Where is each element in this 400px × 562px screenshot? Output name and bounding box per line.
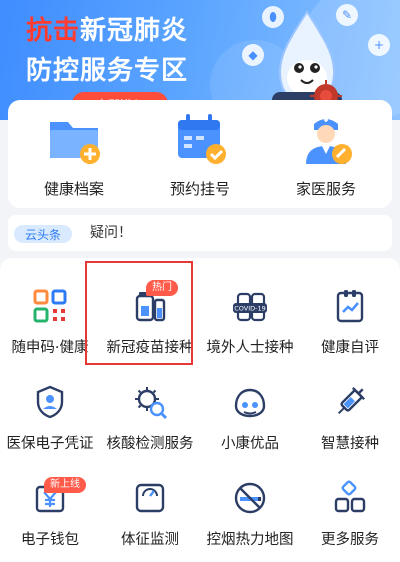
no-smoking-icon	[234, 482, 266, 514]
service-label: 健康自评	[321, 340, 379, 356]
banner-title-text: 新冠肺炎	[80, 16, 189, 46]
store-bag-icon	[234, 388, 266, 418]
medical-insurance-service[interactable]: 医保电子凭证	[0, 370, 100, 466]
news-ticker[interactable]: 云头条 疑问！	[8, 215, 392, 251]
quick-access-card: 健康档案 预约挂号 家医服务	[8, 100, 392, 208]
service-label: 医保电子凭证	[6, 436, 94, 452]
tobacco-map-service[interactable]: 控烟热力地图	[200, 466, 300, 562]
nucleic-test-service[interactable]: 核酸检测服务	[100, 370, 200, 466]
folder-plus-icon	[50, 122, 100, 164]
covid19-vaccine-icon: COVID-19	[233, 292, 267, 322]
more-services[interactable]: 更多服务	[300, 466, 400, 562]
more-grid-icon	[334, 480, 366, 513]
service-label: 控烟热力地图	[206, 532, 294, 548]
banner-title: 抗击新冠肺炎	[26, 10, 188, 47]
calendar-check-icon	[178, 114, 226, 164]
service-label: 电子钱包	[21, 532, 79, 548]
news-text[interactable]: 疑问！	[90, 222, 132, 242]
service-label: 小康优品	[221, 436, 279, 452]
svg-text:COVID-19: COVID-19	[234, 305, 266, 313]
family-doctor-label: 家医服务	[295, 180, 356, 198]
service-label: 更多服务	[321, 532, 379, 548]
service-label: 核酸检测服务	[106, 436, 194, 452]
cross-bubble-icon: +	[368, 34, 390, 56]
family-doctor-entry[interactable]: 家医服务	[266, 110, 386, 202]
foreigner-vaccine-service[interactable]: COVID-19 境外人士接种	[200, 274, 300, 370]
banner-title-highlight: 抗击	[26, 16, 81, 46]
health-record-label: 健康档案	[43, 180, 104, 198]
qr-code-icon	[33, 289, 67, 323]
service-grid: 随申码·健康 新冠疫苗接种 COVID-19 境外人士接种 健康自评 医保电子凭…	[0, 258, 400, 562]
self-assessment-icon	[336, 290, 364, 323]
scale-icon	[135, 483, 165, 513]
syringe-icon	[337, 387, 365, 415]
vital-signs-service[interactable]: 体征监测	[100, 466, 200, 562]
insurance-shield-icon	[36, 385, 64, 419]
news-tag: 云头条	[14, 225, 72, 243]
health-record-entry[interactable]: 健康档案	[14, 110, 134, 202]
new-badge: 新上线	[44, 477, 86, 493]
shield-bubble-icon: ◆	[242, 44, 264, 66]
smart-vaccination-service[interactable]: 智慧接种	[300, 370, 400, 466]
doctor-icon	[306, 118, 352, 164]
virus-search-icon	[135, 387, 168, 420]
service-label: 境外人士接种	[206, 340, 294, 356]
service-label: 智慧接种	[321, 436, 379, 452]
selection-highlight	[85, 261, 193, 365]
xiaokang-store-service[interactable]: 小康优品	[200, 370, 300, 466]
service-label: 体征监测	[121, 532, 179, 548]
appointment-label: 预约挂号	[169, 180, 230, 198]
self-assessment-service[interactable]: 健康自评	[300, 274, 400, 370]
banner-subtitle: 防控服务专区	[26, 56, 189, 86]
appointment-entry[interactable]: 预约挂号	[140, 110, 260, 202]
